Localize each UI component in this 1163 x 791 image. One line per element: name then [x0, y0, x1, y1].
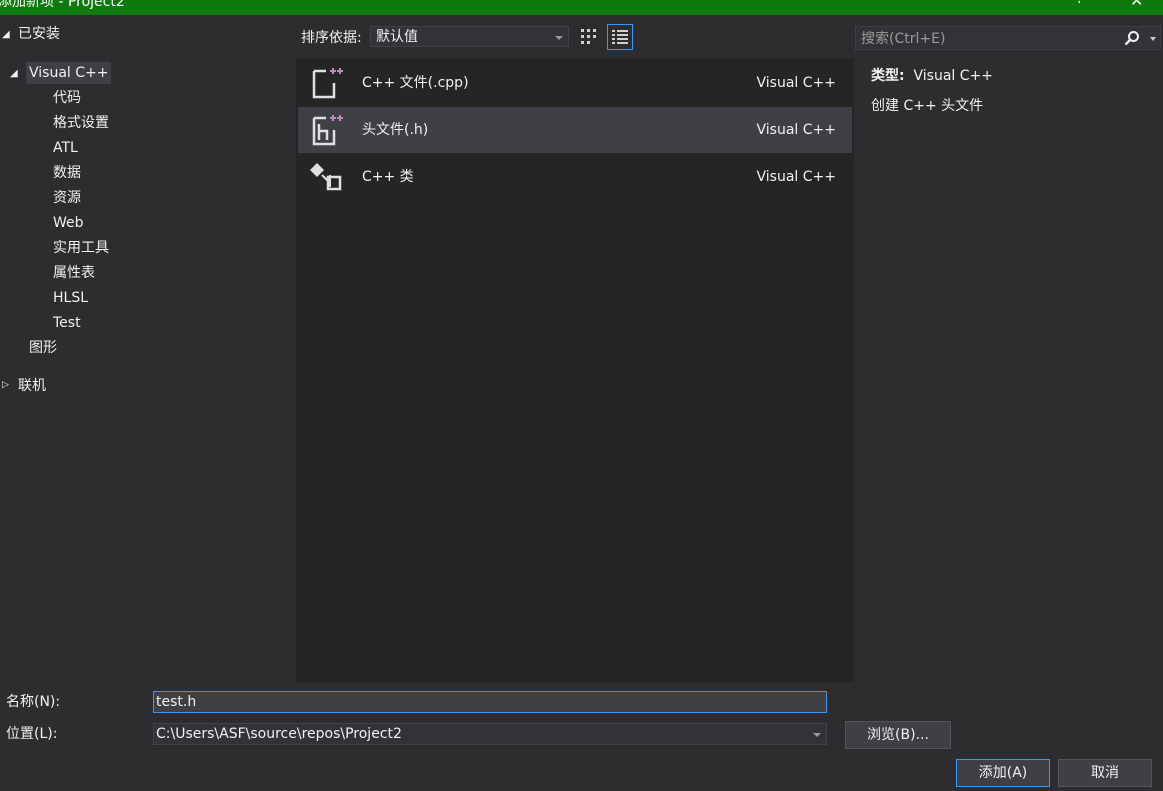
template-name: C++ 类 — [362, 169, 414, 185]
tree-node-utility[interactable]: 实用工具 — [53, 237, 109, 259]
add-button[interactable]: 添加(A) — [956, 759, 1050, 787]
sort-label: 排序依据: — [301, 30, 362, 46]
template-list: C++ 文件(.cpp) Visual C++ 头文件(.h) Visual C… — [296, 58, 854, 682]
search-input[interactable] — [859, 29, 1123, 49]
tree-node-atl[interactable]: ATL — [53, 137, 78, 159]
template-item-cpp-file[interactable]: C++ 文件(.cpp) Visual C++ — [298, 60, 852, 106]
tree-node-graphics[interactable]: 图形 — [29, 337, 57, 359]
expand-triangle-icon[interactable]: ◢ — [10, 68, 18, 79]
template-item-header-file[interactable]: 头文件(.h) Visual C++ — [298, 107, 852, 153]
sort-dropdown[interactable]: 默认值 — [370, 26, 569, 47]
sort-dropdown-value: 默认值 — [376, 29, 418, 45]
title-bar: 添加新项 - Project2 ? ✕ — [0, 0, 1163, 15]
close-button[interactable]: ✕ — [1130, 0, 1143, 10]
window-title: 添加新项 - Project2 — [0, 0, 125, 10]
expand-triangle-icon[interactable]: ◢ — [2, 29, 10, 40]
search-box[interactable] — [855, 26, 1161, 50]
tree-node-test[interactable]: Test — [53, 312, 81, 334]
detail-type-label: 类型: — [871, 68, 905, 84]
tree-node-resources[interactable]: 资源 — [53, 187, 81, 209]
template-language: Visual C++ — [756, 75, 836, 91]
grid-view-icon — [581, 29, 596, 44]
template-name: C++ 文件(.cpp) — [362, 75, 469, 91]
name-label: 名称(N): — [6, 694, 61, 710]
detail-type: 类型: Visual C++ — [871, 66, 993, 86]
tree-node-data[interactable]: 数据 — [53, 162, 81, 184]
chevron-down-icon — [555, 36, 563, 40]
tree-node-formatting[interactable]: 格式设置 — [53, 112, 109, 134]
location-label: 位置(L): — [6, 726, 58, 742]
cancel-button[interactable]: 取消 — [1058, 759, 1152, 787]
tree-node-installed[interactable]: 已安装 — [18, 23, 60, 45]
template-name: 头文件(.h) — [362, 122, 429, 138]
help-button[interactable]: ? — [1076, 0, 1083, 7]
header-file-icon — [312, 115, 343, 146]
list-view-button[interactable] — [607, 24, 633, 50]
template-item-cpp-class[interactable]: C++ 类 Visual C++ — [298, 154, 852, 200]
tree-node-web[interactable]: Web — [53, 212, 84, 234]
template-language: Visual C++ — [756, 122, 836, 138]
tree-node-code[interactable]: 代码 — [53, 87, 81, 109]
location-value: C:\Users\ASF\source\repos\Project2 — [156, 726, 402, 742]
browse-button[interactable]: 浏览(B)... — [845, 721, 951, 749]
chevron-down-icon[interactable] — [813, 733, 821, 737]
collapse-triangle-icon[interactable]: ▷ — [2, 380, 9, 390]
detail-description: 创建 C++ 头文件 — [871, 98, 984, 114]
name-input[interactable] — [154, 692, 826, 712]
small-icons-view-button[interactable] — [578, 26, 600, 48]
tree-node-visual-cpp[interactable]: Visual C++ — [26, 62, 112, 84]
tree-node-hlsl[interactable]: HLSL — [53, 287, 88, 309]
template-language: Visual C++ — [756, 169, 836, 185]
cpp-file-icon — [312, 68, 343, 99]
name-field[interactable] — [153, 691, 827, 713]
search-icon[interactable] — [1124, 30, 1140, 46]
tree-node-online[interactable]: 联机 — [18, 375, 46, 397]
cpp-class-icon — [310, 163, 342, 191]
location-dropdown[interactable]: C:\Users\ASF\source\repos\Project2 — [153, 723, 827, 745]
search-options-chevron-icon[interactable] — [1150, 37, 1156, 41]
detail-type-value: Visual C++ — [913, 68, 993, 84]
tree-node-property-sheets[interactable]: 属性表 — [53, 262, 95, 284]
list-view-icon — [612, 30, 628, 44]
